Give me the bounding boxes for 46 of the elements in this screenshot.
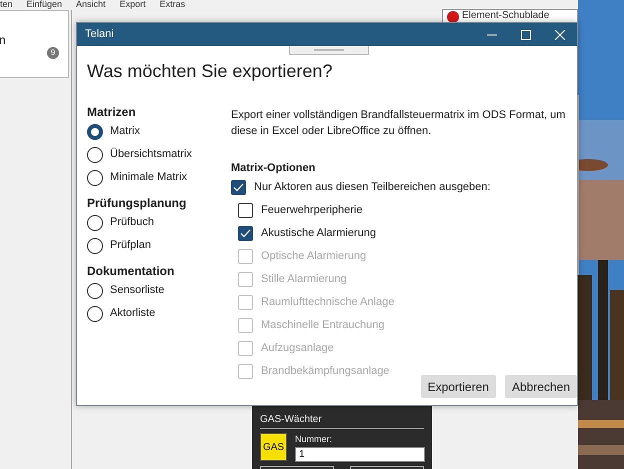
radio-label[interactable]: Minimale Matrix [110,169,188,186]
menu-item[interactable]: ten [0,0,13,10]
checkbox-label[interactable]: Nur Aktoren aus diesen Teilbereichen ausgeben: [254,179,490,196]
checkbox-label[interactable]: Feuerwehrperipherie [261,202,362,219]
radio-button[interactable] [87,306,103,322]
radio-button[interactable] [87,124,103,140]
menu-item[interactable]: Einfügen [26,0,62,10]
group-title: Dokumentation [87,264,176,279]
radio-button[interactable] [87,282,103,298]
circle-icon [447,11,459,23]
radio-button[interactable] [87,214,103,230]
group-title: Matrizen [87,105,137,120]
radio-label[interactable]: Prüfbuch [110,214,154,231]
radio-label[interactable]: Prüfplan [110,237,151,254]
checkbox[interactable] [231,180,246,195]
count-badge: 9 [47,47,59,59]
number-field[interactable]: 1 [295,446,425,462]
section-title: Matrix-Optionen [231,161,316,176]
window-title: Telani [85,27,115,42]
radio-button[interactable] [87,238,103,254]
menu-item[interactable]: Ansicht [76,0,106,10]
radio-label[interactable]: Übersichtsmatrix [110,146,192,163]
panel-title: GAS-Wächter [260,414,424,429]
menu-item[interactable]: Export [120,0,146,10]
dialog-heading: Was möchten Sie exportieren? [87,60,334,83]
close-icon[interactable] [554,30,566,40]
maximize-icon[interactable] [520,30,532,40]
radio-label[interactable]: Aktorliste [110,305,156,322]
drag-handle[interactable] [289,46,369,55]
panel-label: n [0,32,6,49]
checkbox[interactable] [238,203,253,218]
checkbox-label[interactable]: Akustische Alarmierung [261,225,376,242]
radio-button[interactable] [87,170,103,186]
field-label: Nummer: [295,433,334,446]
description-text: Export einer vollständigen Brandfallsteuermatrix im ODS Format, um diese in Excel oder LibreOffice zu öffnen. [231,108,566,139]
gas-icon: GAS [260,433,287,461]
radio-label[interactable]: Matrix [110,123,140,140]
dialog-button[interactable]: Exportieren [420,375,496,398]
radio-button[interactable] [87,146,103,162]
radio-label[interactable]: Sensorliste [110,282,164,299]
menu-item[interactable]: Extras [160,0,186,10]
group-title: Prüfungsplanung [87,196,188,211]
checkbox[interactable] [238,226,253,241]
dialog-button[interactable]: Abbrechen [504,375,577,398]
scrollbar[interactable] [577,95,579,275]
drawer-title: Element-Schublade [462,10,550,22]
